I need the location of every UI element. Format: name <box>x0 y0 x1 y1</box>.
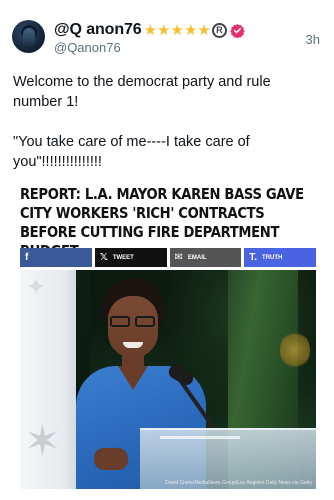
tweet-share-label: TWEET <box>112 254 134 261</box>
truth-share-button: T. TRUTH <box>244 248 316 267</box>
post-text-line-2: "You take care of me----I take care of y… <box>13 134 250 170</box>
speaker-hand <box>94 448 128 470</box>
email-share-label: EMAIL <box>187 254 207 261</box>
display-name[interactable]: @Q anon76 <box>54 21 142 39</box>
article-image[interactable]: REPORT: L.A. MAYOR KAREN BASS GAVE CITY … <box>13 182 321 489</box>
post-card: @Q anon76 ★★★★★ R @Qanon76 3h Welcome to… <box>0 0 334 500</box>
truth-social-icon: T. <box>249 251 258 263</box>
x-logo-icon: 𝕏 <box>99 251 108 263</box>
tweet-share-button: 𝕏 TWEET <box>94 248 167 267</box>
avatar-figure-shape <box>23 28 35 46</box>
speaker-glasses <box>110 316 158 328</box>
post-text-line-1: Welcome to the democrat party and rule n… <box>13 74 271 110</box>
star-icon: ★★★★★ <box>143 21 211 39</box>
author-name-row: @Q anon76 ★★★★★ R <box>54 20 245 40</box>
photo-credit: David Crane/MediaNews Group/Los Angeles … <box>165 480 312 486</box>
podium-highlight <box>160 436 240 439</box>
star-icons: ★★★★★ <box>143 21 211 39</box>
facebook-icon: f <box>25 251 29 263</box>
backdrop-star-icon: ✦ <box>26 274 47 301</box>
author-handle[interactable]: @Qanon76 <box>54 40 121 55</box>
facebook-share-button: f <box>20 248 92 267</box>
post-text: Welcome to the democrat party and rule n… <box>13 72 323 172</box>
share-bar: f 𝕏 TWEET ✉ EMAIL T. TRUTH <box>20 248 316 267</box>
photo-flag-seal <box>280 330 310 370</box>
backdrop-large-star-icon: ✶ <box>24 417 61 466</box>
speaker-smile <box>123 342 143 348</box>
timestamp[interactable]: 3h <box>306 32 320 47</box>
article-photo: ✦ ✶ David Crane/MediaNews Group/Los Ange… <box>20 270 316 489</box>
registered-icon: R <box>211 22 227 38</box>
verified-badge-icon <box>230 23 245 38</box>
email-icon: ✉ <box>174 251 183 263</box>
email-share-button: ✉ EMAIL <box>169 248 242 267</box>
truth-share-label: TRUTH <box>262 254 283 261</box>
avatar[interactable] <box>12 20 45 53</box>
